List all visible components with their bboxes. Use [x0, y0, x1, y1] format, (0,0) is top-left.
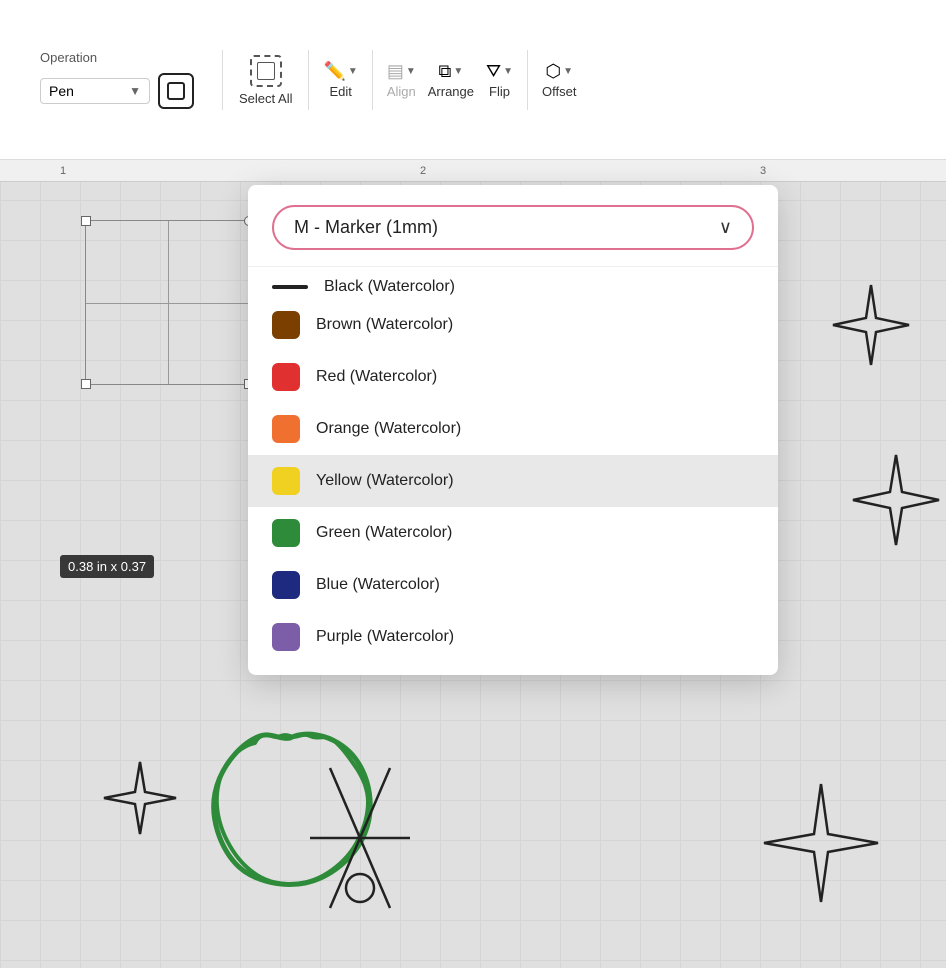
- arrange-icon-row: ⧉ ▼: [438, 61, 463, 82]
- flip-arrow: ▼: [503, 66, 513, 77]
- pen-value: Pen: [49, 83, 74, 99]
- orange-label: Orange (Watercolor): [316, 420, 461, 438]
- orange-swatch: [272, 415, 300, 443]
- dropdown-selected-text: M - Marker (1mm): [294, 217, 438, 238]
- list-item[interactable]: Black (Watercolor): [248, 271, 778, 299]
- green-swatch: [272, 519, 300, 547]
- dropdown-header: M - Marker (1mm) ∨: [248, 185, 778, 267]
- list-item-selected[interactable]: Yellow (Watercolor): [248, 455, 778, 507]
- handle-top-left[interactable]: [81, 216, 91, 226]
- align-arrow: ▼: [406, 66, 416, 77]
- sparkle-right-1: [826, 280, 916, 370]
- sparkle-bottom-left: [100, 758, 180, 838]
- selection-box: [85, 220, 250, 385]
- list-item[interactable]: Orange (Watercolor): [248, 403, 778, 455]
- select-all-icon-wrapper: [248, 53, 284, 89]
- operation-label: Operation: [40, 50, 97, 65]
- edit-label: Edit: [329, 84, 351, 99]
- list-item[interactable]: Green (Watercolor): [248, 507, 778, 559]
- green-label: Green (Watercolor): [316, 524, 452, 542]
- offset-label: Offset: [542, 84, 576, 99]
- square-icon-button[interactable]: [158, 73, 194, 109]
- select-all-icon: [250, 55, 282, 87]
- arrange-button[interactable]: ⧉ ▼ Arrange: [422, 57, 480, 103]
- dropdown-chevron-icon: ∨: [719, 217, 732, 238]
- toolbar: Operation Pen ▼ Select All ✏️ ▼ Edit: [0, 0, 946, 160]
- pencil-icon: ✏️: [323, 61, 345, 82]
- yellow-swatch: [272, 467, 300, 495]
- square-inner-icon: [167, 82, 185, 100]
- handle-bottom-left[interactable]: [81, 379, 91, 389]
- flip-icon-row: ⛛ ▼: [486, 61, 513, 82]
- ruler-num-2: 2: [420, 165, 426, 177]
- ruler-num-1: 1: [60, 165, 66, 177]
- offset-arrow: ▼: [563, 66, 573, 77]
- ruler-num-3: 3: [760, 165, 766, 177]
- purple-swatch: [272, 623, 300, 651]
- offset-icon: ⬡: [545, 61, 561, 82]
- red-label: Red (Watercolor): [316, 368, 437, 386]
- arrange-label: Arrange: [428, 84, 474, 99]
- flip-icon: ⛛: [486, 61, 501, 82]
- select-all-button[interactable]: Select All: [231, 49, 300, 110]
- red-swatch: [272, 363, 300, 391]
- arrange-arrow: ▼: [453, 66, 463, 77]
- select-all-label: Select All: [239, 91, 292, 106]
- divider-1: [222, 50, 223, 110]
- blue-label: Blue (Watercolor): [316, 576, 440, 594]
- brown-label: Brown (Watercolor): [316, 316, 453, 334]
- edit-button[interactable]: ✏️ ▼ Edit: [317, 57, 363, 103]
- sparkle-bottom-right: [756, 778, 886, 908]
- list-item[interactable]: Purple (Watercolor): [248, 611, 778, 663]
- list-item[interactable]: Blue (Watercolor): [248, 559, 778, 611]
- divider-2: [308, 50, 309, 110]
- blue-swatch: [272, 571, 300, 599]
- dropdown-select-row[interactable]: M - Marker (1mm) ∨: [272, 205, 754, 250]
- edit-arrow: ▼: [348, 66, 358, 77]
- operation-controls: Pen ▼: [40, 73, 194, 109]
- align-icon: ▤: [387, 61, 404, 82]
- offset-icon-row: ⬡ ▼: [545, 61, 573, 82]
- rocket-shape: [300, 758, 420, 918]
- edit-icon-row: ✏️ ▼: [323, 61, 357, 82]
- black-color-line: [272, 285, 308, 289]
- align-label: Align: [387, 84, 416, 99]
- dropdown-list: Black (Watercolor) Brown (Watercolor) Re…: [248, 267, 778, 667]
- pen-dropdown[interactable]: Pen ▼: [40, 78, 150, 104]
- brown-swatch: [272, 311, 300, 339]
- ruler-horizontal: 1 2 3: [0, 160, 946, 182]
- offset-button[interactable]: ⬡ ▼ Offset: [536, 57, 582, 103]
- black-label: Black (Watercolor): [324, 278, 455, 296]
- flip-label: Flip: [489, 84, 510, 99]
- align-icon-row: ▤ ▼: [387, 61, 416, 82]
- operation-section: Operation Pen ▼: [20, 50, 214, 109]
- yellow-label: Yellow (Watercolor): [316, 472, 454, 490]
- color-dropdown[interactable]: M - Marker (1mm) ∨ Black (Watercolor) Br…: [248, 185, 778, 675]
- divider-4: [527, 50, 528, 110]
- pen-dropdown-arrow: ▼: [129, 84, 141, 98]
- list-item[interactable]: Brown (Watercolor): [248, 299, 778, 351]
- align-button[interactable]: ▤ ▼ Align: [381, 57, 422, 103]
- arrange-icon: ⧉: [438, 61, 451, 82]
- cross-vertical: [168, 221, 169, 384]
- sparkle-right-2: [846, 450, 946, 550]
- purple-label: Purple (Watercolor): [316, 628, 454, 646]
- flip-button[interactable]: ⛛ ▼ Flip: [480, 57, 519, 103]
- divider-3: [372, 50, 373, 110]
- size-badge: 0.38 in x 0.37: [60, 555, 154, 578]
- list-item[interactable]: Red (Watercolor): [248, 351, 778, 403]
